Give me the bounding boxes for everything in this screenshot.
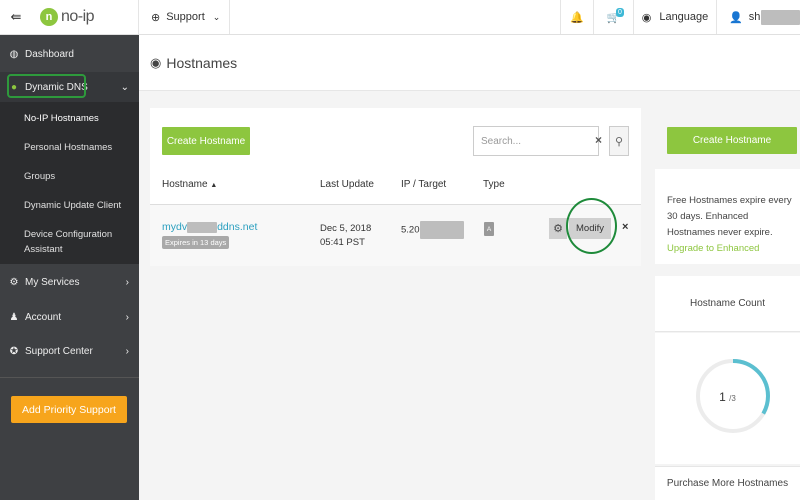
globe-icon: ◉ bbox=[150, 54, 162, 70]
sidebar: ◍ Dashboard ● Dynamic DNS ⌄ No-IP Hostna… bbox=[0, 35, 139, 500]
sidebar-item-dynamic-update-client[interactable]: Dynamic Update Client bbox=[24, 198, 121, 213]
info-text: Free Hostnames expire every 30 days. Enh… bbox=[667, 195, 792, 254]
support-menu[interactable]: ⊕ Support ⌄ bbox=[139, 0, 230, 34]
user-menu[interactable]: 👤 sh bbox=[716, 0, 800, 34]
delete-icon[interactable]: × bbox=[622, 221, 628, 233]
expires-badge: Expires in 13 days bbox=[162, 236, 230, 249]
support-icon: ✪ bbox=[9, 345, 19, 357]
chevron-down-icon: ⌄ bbox=[120, 81, 129, 93]
cart-count-badge: 0 bbox=[616, 8, 624, 17]
gear-icon: ⚙ bbox=[9, 276, 19, 288]
clear-search-icon[interactable]: × bbox=[595, 133, 602, 147]
create-hostname-button[interactable]: Create Hostname bbox=[162, 127, 250, 155]
sidebar-item-support-center[interactable]: ✪ Support Center › bbox=[0, 338, 139, 364]
sidebar-item-my-services[interactable]: ⚙ My Services › bbox=[0, 269, 139, 295]
noip-logo[interactable]: n no-ip bbox=[32, 0, 139, 34]
logo-mark: n bbox=[40, 8, 58, 26]
notifications-bell-icon[interactable]: 🔔 bbox=[560, 0, 593, 34]
user-icon: ♟ bbox=[9, 311, 19, 323]
logo-text: no-ip bbox=[61, 8, 95, 25]
sidebar-item-dashboard[interactable]: ◍ Dashboard bbox=[0, 41, 139, 67]
chevron-down-icon: ⌄ bbox=[212, 11, 221, 22]
support-label: Support bbox=[166, 11, 205, 23]
hostname-count-panel: 1 /3 bbox=[655, 333, 800, 464]
globe-icon: ⊕ bbox=[151, 11, 161, 24]
sidebar-item-groups[interactable]: Groups bbox=[24, 169, 55, 184]
purchase-more-hostnames-link[interactable]: Purchase More Hostnames bbox=[655, 466, 800, 500]
table-row: mydv ddns.net Expires in 13 days Dec 5, 2… bbox=[150, 198, 641, 266]
language-label: Language bbox=[659, 11, 709, 23]
sidebar-item-label: My Services bbox=[25, 276, 80, 288]
sidebar-item-device-config-assistant[interactable]: Device Configuration Assistant bbox=[24, 227, 124, 257]
sidebar-divider bbox=[0, 377, 139, 378]
redacted-username bbox=[761, 9, 800, 25]
sidebar-item-personal-hostnames[interactable]: Personal Hostnames bbox=[24, 140, 112, 155]
settings-gear-icon[interactable]: ⚙ bbox=[549, 218, 567, 239]
dynamic-dns-submenu: No-IP Hostnames Personal Hostnames Group… bbox=[0, 102, 139, 264]
ip-target: 5.20 bbox=[401, 221, 464, 239]
redacted-hostname bbox=[187, 221, 218, 233]
sidebar-item-label: Support Center bbox=[25, 345, 93, 357]
column-header-last-update[interactable]: Last Update bbox=[320, 179, 374, 190]
chevron-right-icon: › bbox=[125, 311, 129, 323]
search-icon[interactable]: ⚲ bbox=[609, 126, 629, 156]
sidebar-item-noip-hostnames[interactable]: No-IP Hostnames bbox=[24, 111, 99, 126]
column-header-type[interactable]: Type bbox=[483, 179, 505, 190]
column-header-ip-target[interactable]: IP / Target bbox=[401, 179, 446, 190]
language-menu[interactable]: ◉ Language bbox=[633, 0, 716, 34]
free-hostname-info: Free Hostnames expire every 30 days. Enh… bbox=[655, 169, 800, 264]
add-priority-support-button[interactable]: Add Priority Support bbox=[11, 396, 127, 423]
last-update-date: Dec 5, 2018 bbox=[320, 223, 372, 234]
menu-toggle-icon[interactable]: ⇚ bbox=[0, 0, 32, 34]
sidebar-item-account[interactable]: ♟ Account › bbox=[0, 304, 139, 330]
record-type-badge: A bbox=[484, 222, 494, 236]
upgrade-link[interactable]: Upgrade to Enhanced bbox=[667, 243, 759, 254]
hostname-count-used: 1 bbox=[719, 390, 726, 404]
sidebar-item-label: Account bbox=[25, 311, 62, 323]
cart-button[interactable]: 🛒 0 bbox=[593, 0, 633, 34]
chevron-right-icon: › bbox=[125, 345, 129, 357]
search-input[interactable]: Search... bbox=[473, 126, 599, 156]
hostname-count-total: /3 bbox=[729, 394, 736, 403]
column-header-hostname[interactable]: Hostname ▲ bbox=[162, 179, 217, 190]
page-header: ◉ Hostnames bbox=[139, 35, 800, 91]
annotation-highlight bbox=[7, 74, 86, 98]
dashboard-icon: ◍ bbox=[9, 48, 19, 60]
redacted-ip bbox=[419, 221, 464, 239]
sidebar-item-dynamic-dns[interactable]: ● Dynamic DNS ⌄ bbox=[0, 72, 139, 102]
sidebar-item-label: Dashboard bbox=[25, 48, 74, 60]
annotation-highlight bbox=[566, 198, 617, 254]
username: sh bbox=[748, 11, 761, 23]
hostnames-card: Create Hostname Search... × ⚲ Hostname ▲… bbox=[150, 108, 641, 266]
hostname-count-title: Hostname Count bbox=[655, 276, 800, 332]
user-icon: 👤 bbox=[729, 11, 743, 24]
hostname-link[interactable]: mydv ddns.net bbox=[162, 221, 257, 233]
top-bar: ⇚ n no-ip ⊕ Support ⌄ 🔔 🛒 0 ◉ Language 👤… bbox=[0, 0, 800, 35]
page-title: Hostnames bbox=[166, 54, 238, 71]
last-update-time: 05:41 PST bbox=[320, 237, 365, 248]
sort-asc-icon: ▲ bbox=[210, 182, 218, 189]
chevron-right-icon: › bbox=[125, 276, 129, 288]
hostname-count-label: 1 /3 bbox=[655, 390, 800, 404]
globe-icon: ◉ bbox=[641, 11, 652, 24]
create-hostname-button-secondary[interactable]: Create Hostname bbox=[667, 127, 797, 154]
